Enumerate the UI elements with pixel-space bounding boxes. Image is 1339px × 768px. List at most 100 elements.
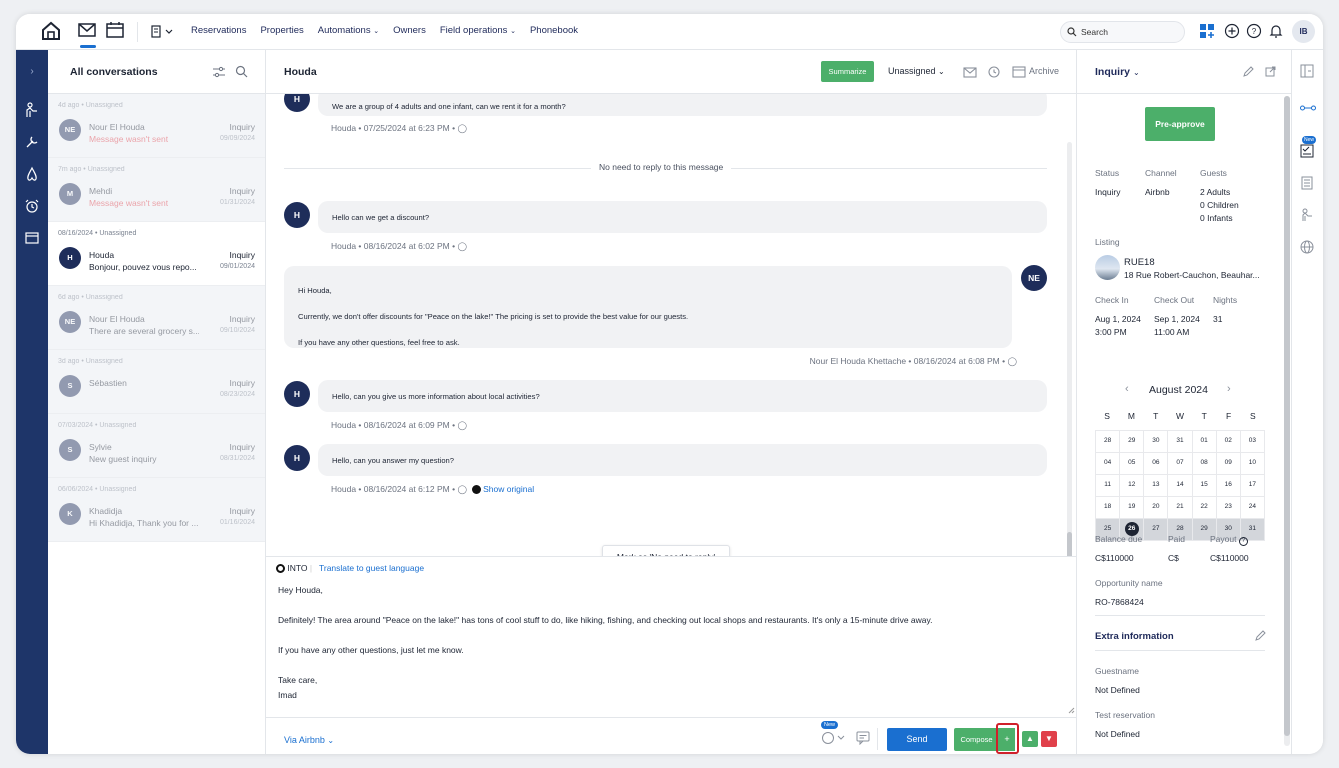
home-icon[interactable] <box>40 20 64 44</box>
building-icon[interactable] <box>1300 176 1316 192</box>
mark-unread-icon[interactable] <box>963 65 977 78</box>
thumbs-up-icon[interactable]: ▲ <box>1022 731 1038 747</box>
calendar-day[interactable]: 01 <box>1192 431 1216 452</box>
assignee-dropdown[interactable]: Unassigned ⌄ <box>888 66 945 76</box>
nav-properties[interactable]: Properties <box>260 25 303 36</box>
calendar-day[interactable]: 21 <box>1168 497 1192 518</box>
calendar-day[interactable]: 30 <box>1144 431 1168 452</box>
prev-month-icon[interactable]: ‹ <box>1125 383 1129 395</box>
conversation-item[interactable]: 7m ago • Unassigned M Mehdi Inquiry Message … <box>48 158 265 222</box>
calendar-day[interactable]: 28 <box>1096 431 1120 452</box>
calendar-day[interactable]: 18 <box>1096 497 1120 518</box>
user-avatar[interactable]: IB <box>1292 20 1315 43</box>
saved-replies-icon[interactable] <box>856 731 870 745</box>
calendar-day[interactable]: 11 <box>1096 475 1120 496</box>
calendar-day[interactable]: 07 <box>1168 453 1192 474</box>
show-original-link[interactable]: Show original <box>483 484 534 494</box>
translate-link[interactable]: Translate to guest language <box>319 563 424 573</box>
task-checklist-icon[interactable] <box>1300 144 1316 160</box>
listing-thumbnail[interactable] <box>1095 255 1120 280</box>
expand-chevron-icon[interactable]: › <box>24 66 40 82</box>
edit-pencil-icon[interactable] <box>1243 66 1254 77</box>
calendar-day[interactable]: 12 <box>1120 475 1144 496</box>
ai-assistant-icon[interactable] <box>821 731 845 745</box>
calendar-day[interactable]: 22 <box>1192 497 1216 518</box>
panel-scrollbar[interactable] <box>1284 96 1290 746</box>
calendar-day[interactable]: 23 <box>1216 497 1240 518</box>
open-external-icon[interactable] <box>1265 66 1276 77</box>
archive-box-icon[interactable] <box>24 230 40 246</box>
bell-icon[interactable] <box>1268 23 1292 47</box>
guest-icon[interactable] <box>24 102 40 118</box>
calendar-day[interactable]: 19 <box>1120 497 1144 518</box>
next-month-icon[interactable]: › <box>1227 383 1231 395</box>
calendar-day[interactable]: 05 <box>1120 453 1144 474</box>
summarize-button[interactable]: Summarize <box>821 61 874 82</box>
nav-field-operations[interactable]: Field operations ⌄ <box>440 25 516 36</box>
edit-pencil-icon[interactable] <box>1255 630 1266 641</box>
calendar-day[interactable]: 06 <box>1144 453 1168 474</box>
conversation-item[interactable]: 07/03/2024 • Unassigned S Sylvie Inquiry New… <box>48 414 265 478</box>
calendar-day[interactable]: 15 <box>1192 475 1216 496</box>
archive-label[interactable]: Archive <box>1029 66 1059 76</box>
calendar-day[interactable]: 29 <box>1120 431 1144 452</box>
search-input[interactable]: Search <box>1060 21 1185 43</box>
globe-icon[interactable] <box>1300 240 1316 256</box>
mark-no-reply-button[interactable]: Mark as 'No need to reply' <box>602 545 730 556</box>
conversation-item[interactable]: 08/16/2024 • Unassigned H Houda Inquiry Bonj… <box>48 222 265 286</box>
calendar-day[interactable]: 08 <box>1192 453 1216 474</box>
snooze-clock-icon[interactable] <box>987 64 1001 78</box>
listing-name[interactable]: RUE18 <box>1124 256 1155 269</box>
calendar-day[interactable]: 27 <box>1144 519 1168 540</box>
calendar-day[interactable]: 20 <box>1144 497 1168 518</box>
calendar-day[interactable]: 03 <box>1240 431 1264 452</box>
calendar-icon[interactable] <box>105 20 129 44</box>
conversation-item[interactable]: 3d ago • Unassigned S Sébastien Inquiry 08/2… <box>48 350 265 414</box>
calendar-day[interactable]: 14 <box>1168 475 1192 496</box>
airbnb-icon[interactable] <box>24 166 40 182</box>
nav-reservations[interactable]: Reservations <box>191 25 246 36</box>
calendar-day[interactable]: 13 <box>1144 475 1168 496</box>
guest-icon[interactable] <box>1300 208 1316 224</box>
calendar-day[interactable]: 17 <box>1240 475 1264 496</box>
alarm-clock-icon[interactable] <box>24 198 40 214</box>
calendar-day[interactable]: 02 <box>1216 431 1240 452</box>
calendar-day[interactable]: 09 <box>1216 453 1240 474</box>
conversation-item[interactable]: 6d ago • Unassigned NE Nour El Houda Inquir… <box>48 286 265 350</box>
workflow-icon[interactable] <box>1300 104 1316 120</box>
calendar-day[interactable]: 04 <box>1096 453 1120 474</box>
thumbs-down-icon[interactable]: ▼ <box>1041 731 1057 747</box>
conversation-item[interactable]: 4d ago • Unassigned NE Nour El Houda Inquir… <box>48 94 265 158</box>
resize-handle-icon[interactable] <box>1068 707 1075 714</box>
reservation-status-dropdown[interactable]: Inquiry ⌄ <box>1095 66 1140 78</box>
filter-sliders-icon[interactable] <box>212 66 226 78</box>
thread-scrollbar[interactable] <box>1067 142 1072 556</box>
nav-owners[interactable]: Owners <box>393 25 426 36</box>
nav-automations[interactable]: Automations ⌄ <box>318 25 379 36</box>
apps-grid-icon[interactable] <box>1199 23 1223 47</box>
tools-icon[interactable] <box>24 134 40 150</box>
channel-selector[interactable]: Via Airbnb ⌄ <box>284 735 334 745</box>
into-toggle[interactable]: INTO | <box>276 563 312 574</box>
help-icon[interactable]: ? <box>1238 537 1248 546</box>
calendar-day[interactable]: 16 <box>1216 475 1240 496</box>
add-icon[interactable] <box>1224 23 1248 47</box>
archive-icon[interactable] <box>1012 65 1026 78</box>
pre-approve-button[interactable]: Pre-approve <box>1145 107 1215 141</box>
calendar-day[interactable]: 10 <box>1240 453 1264 474</box>
nav-phonebook[interactable]: Phonebook <box>530 25 578 36</box>
calendar-day[interactable]: 24 <box>1240 497 1264 518</box>
collapse-panel-icon[interactable] <box>1300 64 1316 80</box>
reply-textarea[interactable]: Hey Houda, Definitely! The area around "… <box>278 583 1068 703</box>
conversation-item[interactable]: 06/06/2024 • Unassigned K Khadidja Inquiry H… <box>48 478 265 542</box>
thread-scroll-thumb[interactable] <box>1067 532 1072 556</box>
conversation-date: 01/31/2024 <box>219 199 255 206</box>
send-button[interactable]: Send <box>887 728 947 751</box>
search-icon[interactable] <box>235 65 248 78</box>
building-dropdown-icon[interactable] <box>149 24 173 48</box>
help-icon[interactable]: ? <box>1246 23 1270 47</box>
panel-scroll-thumb[interactable] <box>1284 96 1290 736</box>
calendar-day[interactable]: 31 <box>1168 431 1192 452</box>
compose-button[interactable]: Compose <box>954 728 999 751</box>
inbox-icon[interactable] <box>77 20 101 44</box>
